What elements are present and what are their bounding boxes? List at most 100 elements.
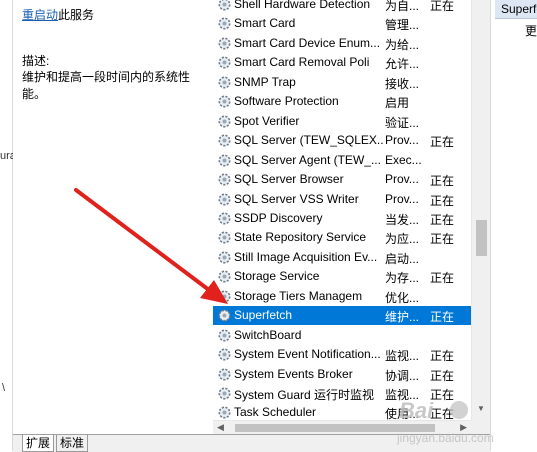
service-description: 允许...: [385, 57, 420, 72]
service-row[interactable]: System Events Broker 协调... 正在: [213, 365, 471, 384]
service-name: State Repository Service: [234, 230, 367, 245]
service-name: Storage Tiers Managem: [234, 288, 363, 303]
service-name: Still Image Acquisition Ev...: [234, 249, 378, 264]
service-gear-icon: [217, 94, 232, 109]
service-name: SQL Server VSS Writer: [234, 191, 359, 206]
service-description: 启用: [385, 96, 410, 111]
actions-header[interactable]: Superfetch: [495, 0, 537, 19]
tab-extended[interactable]: 扩展: [22, 435, 55, 452]
service-status: 正在: [430, 212, 455, 227]
service-row[interactable]: State Repository Service 为应... 正在: [213, 228, 471, 247]
service-status: 正在: [430, 0, 455, 13]
service-name: SQL Server Agent (TEW_...: [234, 152, 381, 167]
service-status: 正在: [430, 135, 455, 150]
tab-standard[interactable]: 标准: [56, 435, 89, 452]
service-name: SSDP Discovery: [234, 210, 323, 225]
service-row[interactable]: SQL Server (TEW_SQLEX... Prov... 正在: [213, 131, 471, 150]
service-description: 接收...: [385, 76, 420, 91]
service-description: Prov...: [385, 191, 419, 206]
service-gear-icon: [217, 386, 232, 401]
service-gear-icon: [217, 16, 232, 31]
service-description: Prov...: [385, 172, 419, 187]
service-row[interactable]: Superfetch 维护... 正在: [213, 306, 471, 326]
service-description: 维护...: [385, 310, 420, 325]
service-row[interactable]: Still Image Acquisition Ev... 启动...: [213, 248, 471, 267]
service-gear-icon: [217, 347, 232, 362]
service-status: 正在: [430, 349, 455, 364]
service-gear-icon: [217, 114, 232, 129]
service-description: 管理...: [385, 18, 420, 33]
service-description: 为存...: [385, 271, 420, 286]
service-row[interactable]: Software Protection 启用: [213, 92, 471, 111]
service-gear-icon: [217, 230, 232, 245]
service-details-panel: 重启动 此服务 描述: 维护和提高一段时间内的系统性能。: [13, 0, 213, 432]
service-gear-icon: [217, 0, 232, 12]
service-row[interactable]: Shell Hardware Detection 为自... 正在: [213, 0, 471, 14]
service-row[interactable]: Storage Service 为存... 正在: [213, 267, 471, 286]
service-status: 正在: [430, 271, 455, 286]
service-name: Spot Verifier: [234, 113, 300, 128]
service-gear-icon: [217, 405, 232, 420]
service-status: 正在: [430, 174, 455, 189]
service-name: Storage Service: [234, 269, 320, 284]
service-name: Smart Card Device Enum...: [234, 35, 381, 50]
service-name: Superfetch: [234, 308, 293, 323]
service-description: 为给...: [385, 37, 420, 52]
service-row[interactable]: SSDP Discovery 当发... 正在: [213, 209, 471, 228]
service-gear-icon: [217, 289, 232, 304]
service-gear-icon: [217, 269, 232, 284]
left-pane-strip: ura \: [0, 0, 16, 451]
service-gear-icon: [217, 75, 232, 90]
service-gear-icon: [217, 250, 232, 265]
service-gear-icon: [217, 328, 232, 343]
service-name: System Guard 运行时监视: [234, 388, 375, 402]
service-description: Exec...: [385, 152, 422, 167]
service-gear-icon: [217, 308, 232, 323]
description-text: 维护和提高一段时间内的系统性能。: [22, 70, 191, 101]
scroll-left-arrow-icon[interactable]: ◀: [217, 422, 224, 433]
service-row[interactable]: Storage Tiers Managem 优化...: [213, 287, 471, 306]
service-name: SNMP Trap: [234, 74, 296, 89]
service-status: 正在: [430, 310, 455, 325]
service-description: 为自...: [385, 0, 420, 13]
restart-service-suffix: 此服务: [58, 8, 95, 22]
service-row[interactable]: SQL Server VSS Writer Prov... 正在: [213, 190, 471, 209]
service-row[interactable]: Smart Card Device Enum... 为给...: [213, 34, 471, 53]
service-row[interactable]: SNMP Trap 接收...: [213, 73, 471, 92]
service-description: 为应...: [385, 232, 420, 247]
service-row[interactable]: SQL Server Browser Prov... 正在: [213, 170, 471, 189]
service-gear-icon: [217, 211, 232, 226]
service-status: 正在: [430, 232, 455, 247]
restart-service-link[interactable]: 重启动: [22, 6, 58, 23]
service-name: SwitchBoard: [234, 327, 302, 342]
service-gear-icon: [217, 367, 232, 382]
service-name: SQL Server (TEW_SQLEX...: [234, 133, 384, 148]
service-description: 优化...: [385, 290, 420, 305]
services-list[interactable]: Shell Hardware Detection 为自... 正在 Smart Car…: [213, 0, 471, 420]
service-name: Smart Card Removal Poli: [234, 55, 370, 70]
service-name: System Events Broker: [234, 366, 353, 381]
service-gear-icon: [217, 36, 232, 51]
svg-text:Bai: Bai: [399, 398, 434, 423]
service-row[interactable]: System Event Notification... 监视... 正在: [213, 345, 471, 364]
service-row[interactable]: Smart Card 管理...: [213, 14, 471, 33]
service-description: 当发...: [385, 212, 420, 227]
service-row[interactable]: SwitchBoard: [213, 326, 471, 345]
service-row[interactable]: Smart Card Removal Poli 允许...: [213, 53, 471, 72]
service-status: 正在: [430, 193, 455, 208]
service-description: Prov...: [385, 133, 419, 148]
svg-text:jingyan.baidu.com: jingyan.baidu.com: [396, 431, 494, 445]
service-name: Task Scheduler: [234, 405, 317, 420]
service-gear-icon: [217, 172, 232, 187]
vertical-scroll-thumb[interactable]: [476, 220, 487, 256]
vertical-scrollbar[interactable]: ▼: [471, 0, 491, 420]
actions-pane: Superfetch 更多: [490, 0, 537, 451]
service-row[interactable]: Spot Verifier 验证...: [213, 112, 471, 131]
service-row[interactable]: SQL Server Agent (TEW_... Exec...: [213, 151, 471, 170]
service-description: 验证...: [385, 115, 420, 130]
service-description: 监视...: [385, 349, 420, 364]
more-actions-item[interactable]: 更多: [525, 22, 537, 39]
description-label: 描述:: [22, 54, 50, 68]
service-gear-icon: [217, 192, 232, 207]
service-gear-icon: [217, 133, 232, 148]
